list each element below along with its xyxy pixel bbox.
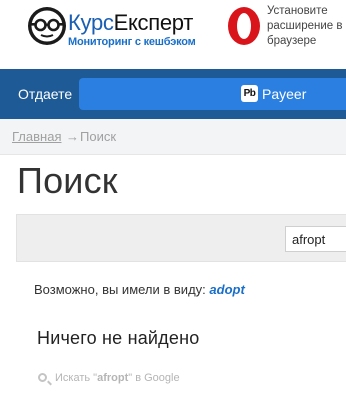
brand-name[interactable]: КурсЕксперт [68,11,193,35]
selected-currency-label: Payeer [262,86,307,102]
breadcrumb-current: Поиск [80,129,117,144]
empty-results-message: Ничего не найдено [37,328,200,348]
spelling-suggestion: Возможно, вы имели в виду: adopt [34,282,245,297]
google-search-link[interactable]: Искать "afropt" в Google [38,372,180,384]
suggestion-link[interactable]: adopt [209,282,244,297]
brand-tagline: Мониторинг с кешбэком [68,36,196,48]
give-label: Отдаете [18,86,73,102]
google-search-after: " в Google [128,372,180,384]
search-input[interactable] [285,226,346,252]
google-search-query: afropt [97,372,129,384]
breadcrumb-separator: → [66,129,79,144]
search-icon [38,373,47,382]
page-title: Поиск [17,160,118,201]
google-search-before: Искать " [55,372,98,384]
breadcrumb-home-link[interactable]: Главная [12,129,61,144]
extension-promo-link[interactable]: Установите расширение в браузере [267,4,346,49]
brand-name-part2: Експерт [113,10,194,35]
payeer-icon: Pb [241,85,258,102]
opera-icon[interactable] [227,6,261,46]
logo-glasses-icon[interactable] [27,6,67,46]
brand-name-part1: Курс [68,10,114,35]
suggestion-prefix: Возможно, вы имели в виду: [34,282,206,297]
